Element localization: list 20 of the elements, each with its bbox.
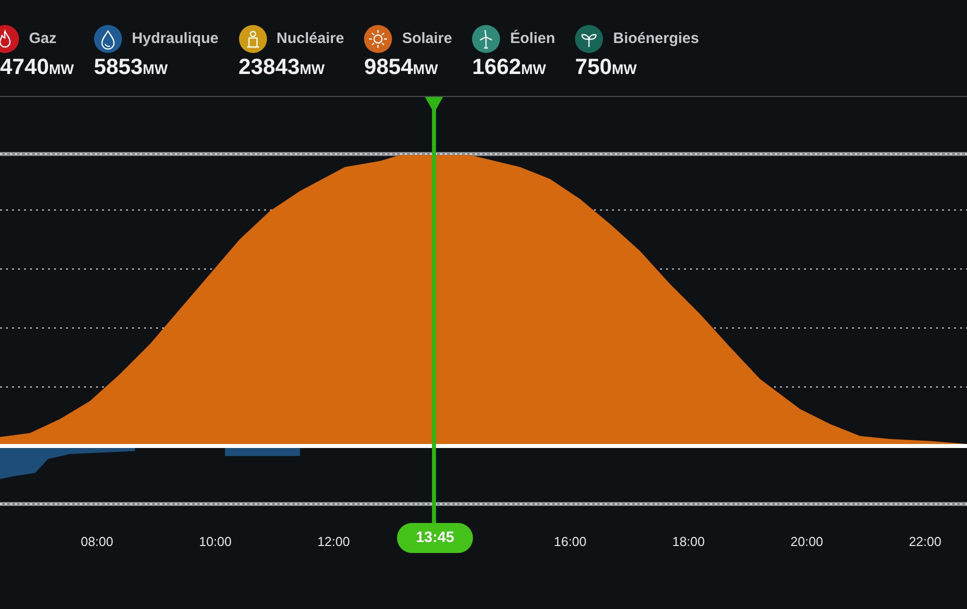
power-value: 1662MW [472,53,547,81]
time-label: 16:00 [552,533,588,551]
power-value: 23843MW [238,53,326,81]
legend-label: Éolien [510,28,556,49]
legend-label: Nucléaire [276,28,344,49]
cursor-time-label[interactable]: 13:45 [397,523,473,553]
time-label: 08:00 [80,533,114,551]
time-label: 10:00 [198,533,233,551]
legend-label: Bioénergies [613,28,699,49]
power-value: 9854MW [364,53,439,81]
power-value: 4740MW [0,53,74,81]
time-label: 22:00 [908,533,942,551]
time-label: 18:00 [671,533,706,551]
legend-label: Hydraulique [132,28,219,49]
time-label: 20:00 [790,533,824,551]
legend-label: Gaz [29,28,57,49]
time-label: 12:00 [316,533,351,551]
legend-label: Solaire [402,28,452,49]
power-value: 5853MW [94,53,169,81]
power-value: 750MW [575,53,638,81]
